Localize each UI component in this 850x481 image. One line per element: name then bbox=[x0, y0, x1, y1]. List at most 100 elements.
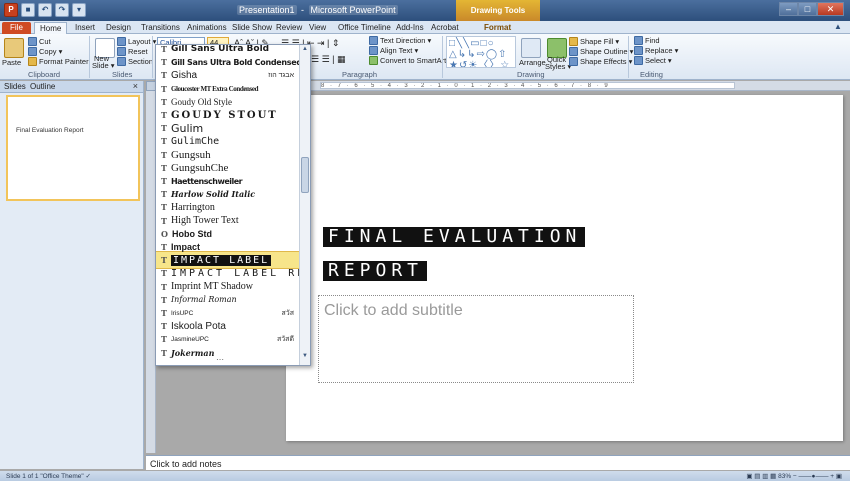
section-icon bbox=[117, 57, 126, 66]
shape-fill-button[interactable]: Shape Fill ▾ bbox=[569, 37, 619, 46]
arrange-button[interactable]: Arrange bbox=[519, 58, 546, 67]
shapes-gallery[interactable]: □╲╲▭□○ △↳↳⇨◯⇧ ★↺☀〈〉☆ bbox=[446, 36, 516, 68]
arrange-icon[interactable] bbox=[521, 38, 541, 58]
tab-transitions[interactable]: Transitions bbox=[141, 22, 180, 34]
notes-placeholder: Click to add notes bbox=[150, 459, 222, 469]
undo-icon[interactable]: ↶ bbox=[38, 3, 52, 17]
truetype-icon: T bbox=[161, 110, 167, 120]
tab-outline[interactable]: Outline bbox=[30, 82, 55, 91]
ruler-scale: 8 · 7 · 6 · 5 · 4 · 3 · 2 · 1 · 0 · 1 · … bbox=[320, 82, 735, 89]
close-pane-icon[interactable]: × bbox=[133, 81, 138, 91]
shape-outline-button[interactable]: Shape Outline ▾ bbox=[569, 47, 633, 56]
slide-title-line-1[interactable]: FINAL EVALUATION bbox=[323, 227, 586, 247]
shape-effects-button[interactable]: Shape Effects ▾ bbox=[569, 57, 632, 66]
tab-review[interactable]: Review bbox=[276, 22, 302, 34]
font-option-label: Hobo Std bbox=[171, 228, 212, 239]
tab-format[interactable]: Format bbox=[484, 22, 511, 34]
layout-icon bbox=[117, 37, 126, 46]
subtitle-placeholder-text: Click to add subtitle bbox=[324, 302, 463, 319]
paste-button[interactable]: Paste bbox=[2, 58, 21, 67]
status-left: Slide 1 of 1 "Office Theme" ✓ bbox=[6, 473, 91, 480]
truetype-icon: T bbox=[161, 44, 167, 54]
font-option-label: Gulim bbox=[170, 121, 204, 135]
text-direction-button[interactable]: Text Direction ▾ bbox=[369, 36, 431, 45]
replace-button[interactable]: Replace ▾ bbox=[634, 46, 678, 55]
tab-view[interactable]: View bbox=[309, 22, 326, 34]
truetype-icon: T bbox=[161, 202, 167, 213]
tab-add-ins[interactable]: Add-Ins bbox=[396, 22, 424, 34]
tab-slides[interactable]: Slides bbox=[4, 82, 26, 91]
reset-button[interactable]: Reset bbox=[117, 47, 148, 56]
tab-insert[interactable]: Insert bbox=[75, 22, 95, 34]
resize-grip-icon[interactable]: ⋯ bbox=[216, 355, 224, 364]
truetype-icon: T bbox=[161, 123, 167, 134]
save-icon[interactable]: ■ bbox=[21, 3, 35, 17]
reset-icon bbox=[117, 47, 126, 56]
minimize-button[interactable]: – bbox=[779, 2, 798, 16]
shape-fill-icon bbox=[569, 37, 578, 46]
thumbnail-title: Final Evaluation Report bbox=[16, 127, 84, 134]
status-right-view-zoom[interactable]: ▣ ▤ ▥ ▦ 83% − ——●—— + ▣ bbox=[746, 472, 842, 480]
powerpoint-app-icon[interactable]: P bbox=[4, 3, 18, 17]
editing-group-label: Editing bbox=[640, 70, 663, 79]
help-icon[interactable]: ▲ bbox=[834, 22, 844, 32]
font-option-sample: สวัสดี bbox=[276, 335, 294, 343]
customize-qat-icon[interactable]: ▾ bbox=[72, 3, 86, 17]
tab-animations[interactable]: Animations bbox=[187, 22, 227, 34]
group-separator bbox=[628, 36, 629, 78]
tab-design[interactable]: Design bbox=[106, 22, 131, 34]
scroll-thumb[interactable] bbox=[301, 157, 309, 193]
find-button[interactable]: Find bbox=[634, 36, 660, 45]
convert-smartart-button[interactable]: Convert to SmartArt ▾ bbox=[369, 56, 452, 65]
subtitle-placeholder[interactable]: Click to add subtitle bbox=[318, 295, 634, 383]
align-text-button[interactable]: Align Text ▾ bbox=[369, 46, 418, 55]
font-option-label: IMPACT LABEL bbox=[170, 254, 272, 266]
font-option-label: Goudy Old Style bbox=[170, 96, 232, 107]
paragraph-group-label: Paragraph bbox=[342, 70, 378, 79]
font-option-label: JasmineUPC bbox=[170, 335, 209, 343]
truetype-icon: T bbox=[161, 281, 167, 292]
font-option-label: GulimChe bbox=[170, 135, 220, 147]
tab-acrobat[interactable]: Acrobat bbox=[431, 22, 459, 34]
copy-label: Copy ▾ bbox=[39, 47, 63, 56]
window-title-app: Microsoft PowerPoint bbox=[308, 5, 398, 15]
font-option-label: GungsuhChe bbox=[170, 161, 229, 174]
copy-icon bbox=[28, 47, 37, 56]
slide-thumbnail[interactable]: Final Evaluation Report bbox=[6, 95, 140, 201]
new-slide-dropdown[interactable]: Slide ▾ bbox=[92, 61, 115, 70]
tab-home[interactable]: Home bbox=[34, 22, 68, 34]
quick-styles-dropdown[interactable]: Styles ▾ bbox=[545, 62, 571, 71]
font-dropdown-list[interactable]: T Jokerman T JasmineUPC สวัสดี T Iskoola Pota T… bbox=[155, 44, 311, 366]
scroll-up-icon[interactable]: ▲ bbox=[301, 46, 309, 55]
font-option[interactable]: T Gill Sans Ultra Bold bbox=[156, 44, 300, 57]
restore-button[interactable]: □ bbox=[798, 2, 817, 16]
tab-slide-show[interactable]: Slide Show bbox=[232, 22, 272, 34]
group-separator bbox=[442, 36, 443, 78]
slide-canvas[interactable]: FINAL EVALUATION REPORT Click to add sub… bbox=[286, 95, 843, 441]
font-option-label: Haettenschweiler bbox=[170, 176, 243, 186]
font-option-label: Gloucester MT Extra Condensed bbox=[170, 84, 259, 93]
slide-title-line-2[interactable]: REPORT bbox=[323, 261, 428, 281]
truetype-icon: T bbox=[161, 189, 167, 200]
paste-icon[interactable] bbox=[4, 38, 24, 58]
font-option-label: Gungsuh bbox=[170, 148, 211, 161]
format-painter-button[interactable]: Format Painter bbox=[28, 57, 89, 66]
truetype-icon: T bbox=[161, 70, 167, 81]
tab-office-timeline[interactable]: Office Timeline bbox=[338, 22, 391, 34]
cut-button[interactable]: Cut bbox=[28, 37, 51, 46]
select-label: Select ▾ bbox=[645, 56, 672, 65]
notes-pane[interactable]: Click to add notes bbox=[146, 455, 850, 470]
copy-button[interactable]: Copy ▾ bbox=[28, 47, 62, 56]
select-button[interactable]: Select ▾ bbox=[634, 56, 672, 65]
close-button[interactable]: ✕ bbox=[817, 2, 844, 16]
reset-label: Reset bbox=[128, 47, 148, 56]
redo-icon[interactable]: ↷ bbox=[55, 3, 69, 17]
scroll-down-icon[interactable]: ▼ bbox=[301, 353, 309, 362]
layout-button[interactable]: Layout ▾ bbox=[117, 37, 156, 46]
tab-file[interactable]: File bbox=[2, 22, 31, 34]
font-list-scrollbar[interactable]: ▲ ▼ bbox=[299, 45, 310, 365]
truetype-icon: T bbox=[161, 215, 167, 226]
group-separator bbox=[89, 36, 90, 78]
text-direction-label: Text Direction ▾ bbox=[380, 36, 432, 45]
alignment-buttons[interactable]: ☰ ☰ | ▦ bbox=[311, 54, 345, 65]
